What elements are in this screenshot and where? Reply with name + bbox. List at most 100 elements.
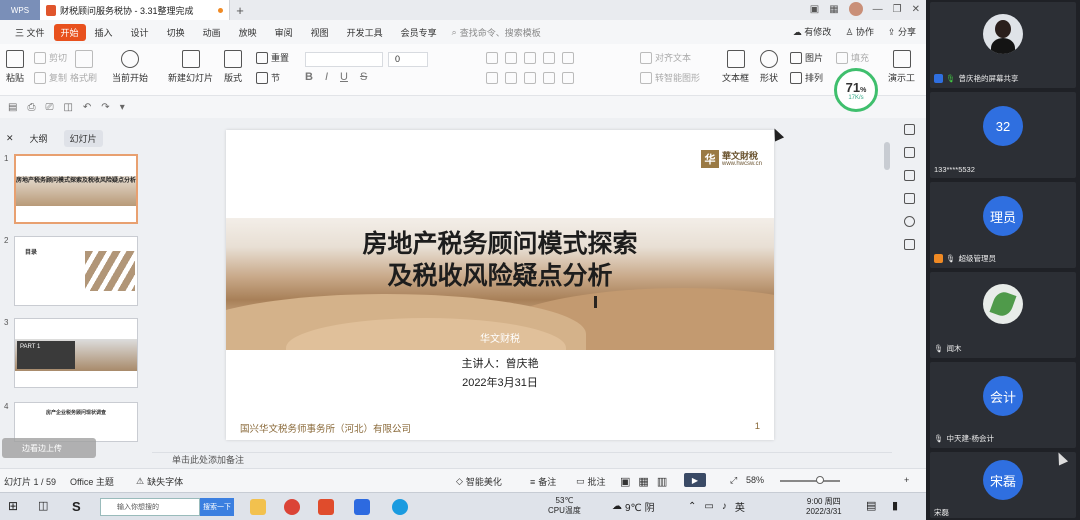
slide-thumb-2[interactable]: 2 目录 [4, 236, 138, 306]
participant-tile[interactable]: 🎙 曾庆艳的屏幕共享 [930, 2, 1076, 88]
sorter-view-icon[interactable]: ▦ [638, 475, 648, 488]
task-view-icon[interactable]: ◫ [38, 499, 48, 512]
new-slide-button[interactable]: 新建幻灯片 [168, 50, 213, 84]
document-tab[interactable]: 财税顾问服务税协 - 3.31整理完成 [40, 0, 230, 20]
align-right-icon[interactable] [524, 72, 536, 84]
presenter-text[interactable]: 主讲人：曾庆艳 [226, 355, 774, 371]
print-icon[interactable]: ⎚ [45, 102, 53, 113]
show-desktop-icon[interactable]: ▮ [892, 499, 898, 512]
zoom-in-icon[interactable]: + [904, 475, 909, 485]
tray-arrow-icon[interactable]: ⌃ [688, 501, 696, 512]
chrome-icon[interactable] [284, 499, 300, 515]
slide-thumb-3[interactable]: 3 PART 1 [4, 318, 138, 388]
theme-name[interactable]: Office 主题 [70, 475, 114, 488]
network-speed-meter[interactable]: 71% 17K/s [834, 68, 878, 112]
reading-view-icon[interactable]: ▥ [657, 475, 667, 488]
date-text[interactable]: 2022年3月31日 [226, 374, 774, 390]
smart-beautify-button[interactable]: ◇ 智能美化 [456, 475, 502, 488]
tab-outline[interactable]: 大纲 [24, 130, 54, 147]
participant-tile[interactable]: 理员 🎙 超级管理员 [930, 182, 1076, 268]
notes-toggle[interactable]: ≡ 备注 [530, 475, 556, 488]
meeting-app-icon[interactable] [354, 499, 370, 515]
upload-popup[interactable]: 边看边上传 [2, 438, 96, 458]
notification-icon[interactable]: ▤ [866, 499, 876, 512]
align-center-icon[interactable] [505, 72, 517, 84]
chevron-down-icon[interactable]: ▾ [120, 102, 125, 113]
participant-tile[interactable]: 🎙 闻木 [930, 272, 1076, 358]
menu-design[interactable]: 设计 [122, 26, 158, 39]
fill-button[interactable]: 填充 [836, 51, 869, 64]
slide-thumb-4[interactable]: 4 房产企业税务顾问现状调查 [4, 402, 138, 442]
ime-indicator[interactable]: 英 [735, 499, 745, 514]
backup-icon[interactable] [903, 239, 915, 250]
transition-icon[interactable] [903, 170, 915, 181]
fit-window-icon[interactable]: ⤢ [730, 475, 737, 486]
presentation-tools-button[interactable]: 演示工 [888, 50, 915, 84]
crop-icon[interactable] [903, 193, 915, 204]
picture-button[interactable]: 图片 [790, 51, 823, 64]
wps-icon[interactable] [318, 499, 334, 515]
textbox-button[interactable]: 文本框 [722, 50, 749, 84]
participant-tile[interactable]: 宋磊 宋磊 [930, 452, 1076, 518]
copy-button[interactable]: 复制 [34, 71, 67, 84]
menu-view[interactable]: 视图 [302, 26, 338, 39]
weather[interactable]: ☁ 9℃ 阴 [612, 499, 655, 514]
apps-icon[interactable]: ▦ [829, 4, 838, 15]
close-button[interactable]: ✕ [912, 4, 920, 15]
taskbar-search-button[interactable]: 搜索一下 [200, 498, 234, 516]
justify-icon[interactable] [543, 72, 555, 84]
user-avatar[interactable] [848, 2, 863, 16]
notes-area[interactable]: 单击此处添加备注 [152, 452, 892, 468]
slide-scrollbar[interactable] [884, 136, 890, 436]
layout-button[interactable]: 版式 [224, 50, 242, 84]
convert-smartart-button[interactable]: 转智能图形 [640, 71, 700, 84]
indent-icon[interactable] [524, 52, 536, 64]
qq-browser-icon[interactable] [392, 499, 408, 515]
bold-button[interactable]: B [305, 71, 313, 83]
undo-icon[interactable]: ↶ [83, 102, 91, 113]
menu-slideshow[interactable]: 放映 [230, 26, 266, 39]
save-icon[interactable]: ▤ [8, 102, 17, 113]
align-left-icon[interactable] [486, 72, 498, 84]
play-slideshow-button[interactable]: ▶ [684, 473, 706, 487]
menu-insert[interactable]: 插入 [86, 26, 122, 39]
menu-animation[interactable]: 动画 [194, 26, 230, 39]
participant-tile[interactable]: 32 133****5532 [930, 92, 1076, 178]
menu-home[interactable]: 开始 [53, 23, 86, 41]
play-from-current-button[interactable]: 当前开始 [112, 50, 148, 84]
redo-icon[interactable]: ↷ [101, 102, 109, 113]
normal-view-icon[interactable]: ▣ [620, 475, 630, 488]
cut-button[interactable]: 剪切 [34, 51, 67, 64]
animation-icon[interactable] [903, 147, 915, 158]
participant-tile[interactable]: 会计 🎙 中天建-杨会计 [930, 362, 1076, 448]
format-painter-button[interactable]: 格式刷 [70, 50, 97, 84]
bullets-icon[interactable] [486, 52, 498, 64]
menu-review[interactable]: 审阅 [266, 26, 302, 39]
arrange-button[interactable]: 排列 [790, 71, 823, 84]
outdent-icon[interactable] [543, 52, 555, 64]
new-tab-button[interactable]: + [230, 3, 250, 18]
zoom-slider[interactable] [780, 476, 840, 484]
windows-start-icon[interactable]: ⊞ [8, 499, 18, 513]
collaborate-button[interactable]: ♙ 协作 [845, 25, 874, 38]
reset-button[interactable]: 重置 [256, 51, 289, 64]
properties-icon[interactable] [903, 124, 915, 135]
italic-button[interactable]: I [325, 71, 328, 83]
paste-button[interactable]: 粘贴 [6, 50, 24, 84]
zoom-level[interactable]: 58% [746, 475, 764, 485]
numbering-icon[interactable] [505, 52, 517, 64]
slide-thumb-1[interactable]: 1 房地产税务顾问模式探索及税收风险疑点分析 [4, 154, 138, 224]
wps-home-tab[interactable]: WPS [0, 0, 40, 20]
font-family-select[interactable] [305, 52, 383, 67]
shape-button[interactable]: 形状 [760, 50, 778, 84]
align-text-button[interactable]: 对齐文本 [640, 51, 691, 64]
slide-canvas[interactable]: 华 華文財稅 www.hwcsw.cn 房地产税务顾问模式探索 及税收风险疑点分… [226, 130, 774, 440]
export-icon[interactable]: ⎙ [27, 102, 35, 113]
menu-file[interactable]: 三 文件 [6, 26, 54, 39]
underline-button[interactable]: U [340, 71, 348, 83]
clock[interactable]: 9:00 周四 2022/3/31 [806, 496, 842, 516]
file-explorer-icon[interactable] [250, 499, 266, 515]
command-search[interactable]: ⌕ 查找命令、搜索模板 [452, 26, 541, 39]
menu-transition[interactable]: 切换 [158, 26, 194, 39]
app-s-icon[interactable]: S [72, 499, 81, 514]
